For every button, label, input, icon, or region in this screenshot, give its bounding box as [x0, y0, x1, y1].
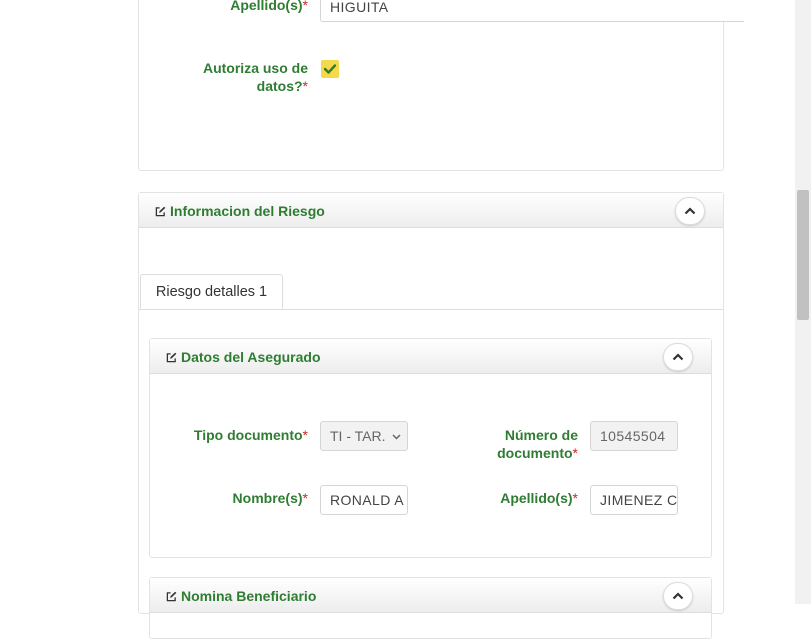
- tipo-documento-select[interactable]: TI - TAR.: [320, 421, 408, 451]
- tab-riesgo-detalles-1[interactable]: Riesgo detalles 1: [140, 274, 283, 309]
- edit-icon: [155, 206, 166, 217]
- beneficiario-panel-header[interactable]: Nomina Beneficiario: [150, 578, 711, 613]
- numero-documento-input[interactable]: 10545504: [590, 421, 678, 451]
- asegurado-apellido-label: Apellido(s)*: [500, 490, 578, 506]
- check-icon: [323, 64, 337, 74]
- beneficiario-panel-title: Nomina Beneficiario: [166, 588, 316, 604]
- riesgo-collapse-button[interactable]: [675, 197, 705, 225]
- asegurado-collapse-button[interactable]: [663, 343, 693, 371]
- riesgo-panel-header[interactable]: Informacion del Riesgo: [139, 193, 723, 228]
- edit-icon: [166, 591, 177, 602]
- riesgo-panel-title: Informacion del Riesgo: [155, 203, 325, 219]
- chevron-down-icon: [392, 434, 401, 440]
- nombre-input[interactable]: RONALD A: [320, 485, 408, 515]
- numero-documento-label: Número de documento*: [497, 427, 578, 461]
- beneficiario-collapse-button[interactable]: [663, 582, 693, 610]
- tab-strip-line: [139, 309, 723, 310]
- asegurado-panel-title: Datos del Asegurado: [166, 349, 321, 365]
- asegurado-panel-header[interactable]: Datos del Asegurado: [150, 339, 711, 374]
- edit-icon: [166, 352, 177, 363]
- autoriza-checkbox[interactable]: [321, 60, 339, 78]
- page-scrollbar[interactable]: [795, 0, 811, 604]
- chevron-up-icon: [672, 592, 684, 600]
- asegurado-apellido-input[interactable]: JIMENEZ C: [590, 485, 678, 515]
- tipo-documento-label: Tipo documento*: [193, 427, 308, 443]
- chevron-up-icon: [672, 353, 684, 361]
- beneficiario-panel: Nomina Beneficiario: [149, 577, 712, 639]
- nombre-label: Nombre(s)*: [232, 490, 308, 506]
- chevron-up-icon: [684, 207, 696, 215]
- apellido-input[interactable]: HIGUITA: [320, 0, 744, 22]
- scrollbar-thumb[interactable]: [797, 190, 809, 320]
- autoriza-label: Autoriza uso de datos?*: [202, 60, 308, 94]
- apellido-label: Apellido(s)*: [230, 0, 308, 13]
